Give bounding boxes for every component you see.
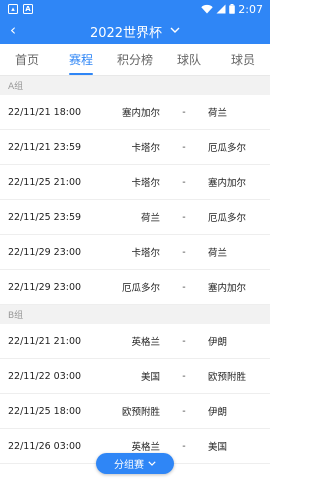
home-team: 卡塔尔	[131, 178, 160, 189]
page-title: 2022世界杯	[89, 25, 163, 41]
home-team: 荷兰	[140, 213, 160, 224]
home-team: 塞内加尔	[121, 108, 160, 119]
match-row[interactable]: 22/11/29 23:00 厄瓜多尔 - 塞内加尔	[0, 270, 270, 305]
wifi-icon	[201, 4, 213, 14]
away-team: 伊朗	[208, 407, 228, 418]
match-row[interactable]: 22/11/21 21:00 英格兰 - 伊朗	[0, 324, 270, 359]
match-score: -	[182, 335, 186, 347]
home-team: 欧预附胜	[121, 407, 160, 418]
away-team: 厄瓜多尔	[208, 213, 247, 224]
away-team: 荷兰	[208, 108, 228, 119]
signal-icon	[216, 4, 226, 14]
match-schedule: A组 22/11/21 18:00 塞内加尔 - 荷兰 22/11/21 23:…	[0, 76, 270, 464]
away-team: 厄瓜多尔	[208, 143, 247, 154]
home-team: 英格兰	[131, 442, 160, 453]
match-row[interactable]: 22/11/21 23:59 卡塔尔 - 厄瓜多尔	[0, 130, 270, 165]
match-score: -	[182, 440, 186, 452]
home-team: 英格兰	[131, 337, 160, 348]
group-header-a: A组	[0, 76, 270, 95]
status-notifications: ▴ A	[8, 4, 33, 14]
away-team: 塞内加尔	[208, 178, 247, 189]
match-row[interactable]: 22/11/25 23:59 荷兰 - 厄瓜多尔	[0, 200, 270, 235]
match-score: -	[182, 176, 186, 188]
match-row[interactable]: 22/11/25 21:00 卡塔尔 - 塞内加尔	[0, 165, 270, 200]
image-notification-icon: ▴	[8, 4, 18, 14]
tab-standings[interactable]: 积分榜	[108, 44, 162, 75]
tab-players[interactable]: 球员	[216, 44, 270, 75]
tab-home[interactable]: 首页	[0, 44, 54, 75]
a-notification-icon: A	[23, 4, 33, 14]
group-stage-label: 分组赛	[114, 460, 144, 471]
match-score: -	[182, 370, 186, 382]
home-team: 厄瓜多尔	[121, 283, 160, 294]
chevron-down-icon	[148, 461, 156, 466]
away-team: 伊朗	[208, 337, 228, 348]
match-row[interactable]: 22/11/29 23:00 卡塔尔 - 荷兰	[0, 235, 270, 270]
app-bar: ‹ 2022世界杯	[0, 18, 270, 44]
match-score: -	[182, 211, 186, 223]
status-time: 2:07	[238, 2, 263, 16]
match-time: 22/11/26 03:00	[8, 440, 82, 452]
away-team: 荷兰	[208, 248, 228, 259]
match-time: 22/11/21 23:59	[8, 141, 82, 153]
match-time: 22/11/21 18:00	[8, 106, 82, 118]
match-score: -	[182, 405, 186, 417]
tab-bar: 首页 赛程 积分榜 球队 球员	[0, 44, 270, 76]
status-bar: ▴ A 2:07	[0, 0, 270, 18]
tab-schedule[interactable]: 赛程	[54, 44, 108, 75]
match-score: -	[182, 281, 186, 293]
match-time: 22/11/29 23:00	[8, 246, 82, 258]
match-time: 22/11/25 18:00	[8, 405, 82, 417]
match-row[interactable]: 22/11/22 03:00 美国 - 欧预附胜	[0, 359, 270, 394]
match-row[interactable]: 22/11/25 18:00 欧预附胜 - 伊朗	[0, 394, 270, 429]
home-team: 卡塔尔	[131, 248, 160, 259]
status-right: 2:07	[201, 3, 263, 16]
battery-icon	[229, 4, 236, 14]
match-score: -	[182, 141, 186, 153]
match-time: 22/11/21 21:00	[8, 335, 82, 347]
home-team: 卡塔尔	[131, 143, 160, 154]
match-score: -	[182, 246, 186, 258]
chevron-down-icon	[170, 27, 180, 33]
match-time: 22/11/25 21:00	[8, 176, 82, 188]
match-score: -	[182, 106, 186, 118]
tab-teams[interactable]: 球队	[162, 44, 216, 75]
match-time: 22/11/22 03:00	[8, 370, 82, 382]
away-team: 美国	[208, 442, 228, 453]
chevron-left-icon[interactable]: ‹	[10, 22, 16, 38]
season-selector[interactable]: 2022世界杯	[90, 22, 180, 41]
home-team: 美国	[140, 372, 160, 383]
group-header-b: B组	[0, 305, 270, 324]
match-time: 22/11/29 23:00	[8, 281, 82, 293]
away-team: 塞内加尔	[208, 283, 247, 294]
match-time: 22/11/25 23:59	[8, 211, 82, 223]
group-stage-button[interactable]: 分组赛	[96, 453, 174, 474]
match-row[interactable]: 22/11/21 18:00 塞内加尔 - 荷兰	[0, 95, 270, 130]
away-team: 欧预附胜	[208, 372, 247, 383]
